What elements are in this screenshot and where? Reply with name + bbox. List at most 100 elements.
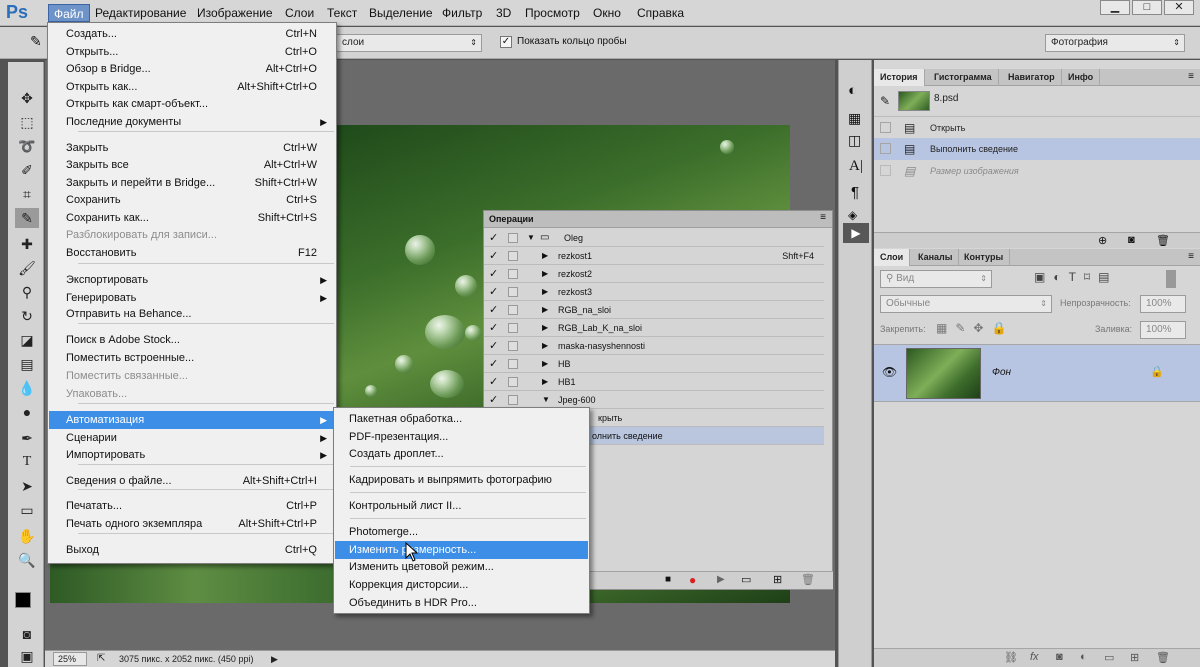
file-menu-item[interactable]: Создать... Ctrl+N bbox=[49, 25, 335, 43]
tab-histogram[interactable]: Гистограмма bbox=[928, 69, 999, 86]
fill-input[interactable]: 100% bbox=[1140, 321, 1186, 339]
panel-menu-icon[interactable]: ≡ bbox=[1188, 251, 1194, 262]
workspace-select[interactable]: Фотография ⇕ bbox=[1045, 34, 1185, 52]
new-document-from-state-icon[interactable]: ⊕ bbox=[1098, 234, 1107, 247]
tab-layers[interactable]: Слои bbox=[874, 249, 911, 266]
action-row[interactable]: ✓ ▶ RGB_Lab_K_na_sloi bbox=[484, 319, 824, 337]
tab-history[interactable]: История bbox=[874, 69, 925, 86]
file-menu-item[interactable]: Сведения о файле... Alt+Shift+Ctrl+I bbox=[49, 472, 335, 490]
file-menu-item[interactable]: Последние документы ▶ bbox=[49, 113, 335, 131]
hand-tool-icon[interactable]: ✋ bbox=[15, 526, 39, 546]
dodge-tool-icon[interactable]: ● bbox=[15, 402, 39, 422]
menu-help[interactable]: Справка bbox=[632, 4, 689, 22]
tab-navigator[interactable]: Навигатор bbox=[1002, 69, 1062, 86]
expand-arrow-icon[interactable]: ▶ bbox=[542, 301, 548, 319]
automation-menu-item[interactable]: PDF-презентация... bbox=[335, 428, 588, 446]
trash-icon[interactable]: 🗑 bbox=[801, 573, 815, 586]
menu-edit[interactable]: Редактирование bbox=[90, 4, 191, 22]
quick-mask-icon[interactable]: ◙ bbox=[15, 624, 39, 644]
toggle-check-icon[interactable]: ✓ bbox=[489, 283, 499, 301]
history-state-row-undone[interactable]: ▤ Размер изображения bbox=[874, 160, 1200, 182]
file-menu-item[interactable]: Закрыть и перейти в Bridge... Shift+Ctrl+… bbox=[49, 174, 335, 192]
menu-select[interactable]: Выделение bbox=[364, 4, 438, 22]
action-row[interactable]: ✓ ▶ RGB_na_sloi bbox=[484, 301, 824, 319]
zoom-tool-icon[interactable]: 🔍 bbox=[15, 550, 39, 570]
gradient-tool-icon[interactable]: ▤ bbox=[15, 354, 39, 374]
tab-channels[interactable]: Каналы bbox=[912, 249, 960, 266]
file-menu-item[interactable]: Открыть как... Alt+Shift+Ctrl+O bbox=[49, 78, 335, 96]
file-menu-item[interactable]: Отправить на Behance... bbox=[49, 305, 335, 323]
history-snapshot-row[interactable]: ✎ 8.psd bbox=[874, 88, 1200, 114]
file-menu-item[interactable]: Автоматизация ▶ bbox=[49, 411, 335, 429]
expand-arrow-icon[interactable]: ▶ bbox=[542, 283, 548, 301]
toggle-check-icon[interactable]: ✓ bbox=[489, 265, 499, 283]
healing-brush-icon[interactable]: ✚ bbox=[15, 234, 39, 254]
eraser-tool-icon[interactable]: ◪ bbox=[15, 330, 39, 350]
history-state-row-selected[interactable]: ▤ Выполнить сведение bbox=[874, 138, 1200, 160]
file-menu-item[interactable]: Закрыть все Alt+Ctrl+W bbox=[49, 156, 335, 174]
stop-icon[interactable]: ■ bbox=[665, 574, 671, 585]
info-arrow-icon[interactable]: ▶ bbox=[271, 651, 278, 667]
file-menu-item[interactable]: Импортировать ▶ bbox=[49, 446, 335, 464]
expand-arrow-icon[interactable]: ▼ bbox=[527, 229, 535, 247]
file-menu-item[interactable]: Поиск в Adobe Stock... bbox=[49, 331, 335, 349]
layer-filter-icons[interactable]: ▣◐T⌑▤ bbox=[1034, 270, 1117, 284]
menu-layers[interactable]: Слои bbox=[280, 4, 319, 22]
trash-icon[interactable]: 🗑 bbox=[1156, 651, 1170, 664]
automation-menu-item[interactable]: Пакетная обработка... bbox=[335, 410, 588, 428]
link-layers-icon[interactable]: ⛓ bbox=[1004, 651, 1018, 664]
toggle-check-icon[interactable]: ✓ bbox=[489, 355, 499, 373]
panel-menu-icon[interactable]: ≡ bbox=[1188, 71, 1194, 82]
layer-style-icon[interactable]: fx bbox=[1030, 651, 1039, 663]
menu-image[interactable]: Изображение bbox=[192, 4, 278, 22]
screen-mode-icon[interactable]: ▣ bbox=[15, 646, 39, 666]
panel-menu-icon[interactable]: ≡ bbox=[820, 212, 826, 223]
minimize-button[interactable]: ▁ bbox=[1100, 0, 1130, 15]
layer-row-selected[interactable]: 👁 Фон 🔒 bbox=[874, 344, 1200, 402]
export-icon[interactable]: ⇱ bbox=[97, 651, 105, 667]
new-group-icon[interactable]: ▭ bbox=[1104, 651, 1114, 664]
file-menu-item[interactable]: Обзор в Bridge... Alt+Ctrl+O bbox=[49, 60, 335, 78]
file-menu-item[interactable]: Поместить связанные... bbox=[49, 367, 335, 385]
layer-filter-select[interactable]: ⚲ Вид ⇕ bbox=[880, 270, 992, 288]
expand-arrow-icon[interactable]: ▶ bbox=[542, 337, 548, 355]
expand-arrow-icon[interactable]: ▶ bbox=[542, 373, 548, 391]
sample-select[interactable]: слои ⇕ bbox=[336, 34, 482, 52]
file-menu-item[interactable]: Открыть... Ctrl+O bbox=[49, 43, 335, 61]
adjustment-layer-icon[interactable]: ◐ bbox=[1080, 651, 1087, 663]
camera-icon[interactable]: ◙ bbox=[1128, 234, 1135, 246]
record-icon[interactable]: ● bbox=[689, 573, 696, 587]
action-row[interactable]: ✓ ▶ HB1 bbox=[484, 373, 824, 391]
file-menu-item[interactable]: Упаковать... bbox=[49, 385, 335, 403]
action-row[interactable]: ✓ ▶ maska-nasyshennosti bbox=[484, 337, 824, 355]
foreground-color-swatch[interactable] bbox=[15, 592, 31, 608]
new-action-icon[interactable]: ⊞ bbox=[773, 573, 782, 586]
file-menu-item[interactable]: Печатать... Ctrl+P bbox=[49, 497, 335, 515]
quick-select-tool-icon[interactable]: ✐ bbox=[15, 160, 39, 180]
expand-arrow-icon[interactable]: ▶ bbox=[542, 265, 548, 283]
actions-panel-icon[interactable]: ▶ bbox=[843, 223, 869, 243]
blend-mode-select[interactable]: Обычные ⇕ bbox=[880, 295, 1052, 313]
maximize-button[interactable]: □ bbox=[1132, 0, 1162, 15]
close-button[interactable]: ✕ bbox=[1164, 0, 1194, 15]
toggle-check-icon[interactable]: ✓ bbox=[489, 373, 499, 391]
automation-menu-item[interactable]: Кадрировать и выпрямить фотографию bbox=[335, 471, 588, 489]
menu-window[interactable]: Окно bbox=[588, 4, 626, 22]
brush-tool-icon[interactable]: 🖌 bbox=[15, 258, 39, 278]
toggle-check-icon[interactable]: ✓ bbox=[489, 319, 499, 337]
add-mask-icon[interactable]: ◙ bbox=[1056, 651, 1063, 663]
history-brush-icon[interactable]: ↻ bbox=[15, 306, 39, 326]
expand-arrow-icon[interactable]: ▶ bbox=[542, 319, 548, 337]
automation-menu-item[interactable]: Изменить цветовой режим... bbox=[335, 558, 588, 576]
menu-file[interactable]: Файл bbox=[48, 4, 90, 22]
eyedropper-icon[interactable]: ✎ bbox=[30, 33, 42, 50]
history-brush-source-icon[interactable]: ✎ bbox=[880, 90, 890, 112]
path-select-icon[interactable]: ➤ bbox=[15, 476, 39, 496]
file-menu-item[interactable]: Разблокировать для записи... bbox=[49, 226, 335, 244]
history-state-row[interactable]: ▤ Открыть bbox=[874, 116, 1200, 138]
file-menu-item[interactable]: Поместить встроенные... bbox=[49, 349, 335, 367]
character-icon[interactable]: A| bbox=[849, 158, 863, 175]
paragraph-icon[interactable]: ¶ bbox=[851, 184, 859, 201]
zoom-field[interactable]: 25% bbox=[53, 652, 87, 666]
lock-icons[interactable]: ▦✎✥🔒 bbox=[936, 321, 1014, 335]
